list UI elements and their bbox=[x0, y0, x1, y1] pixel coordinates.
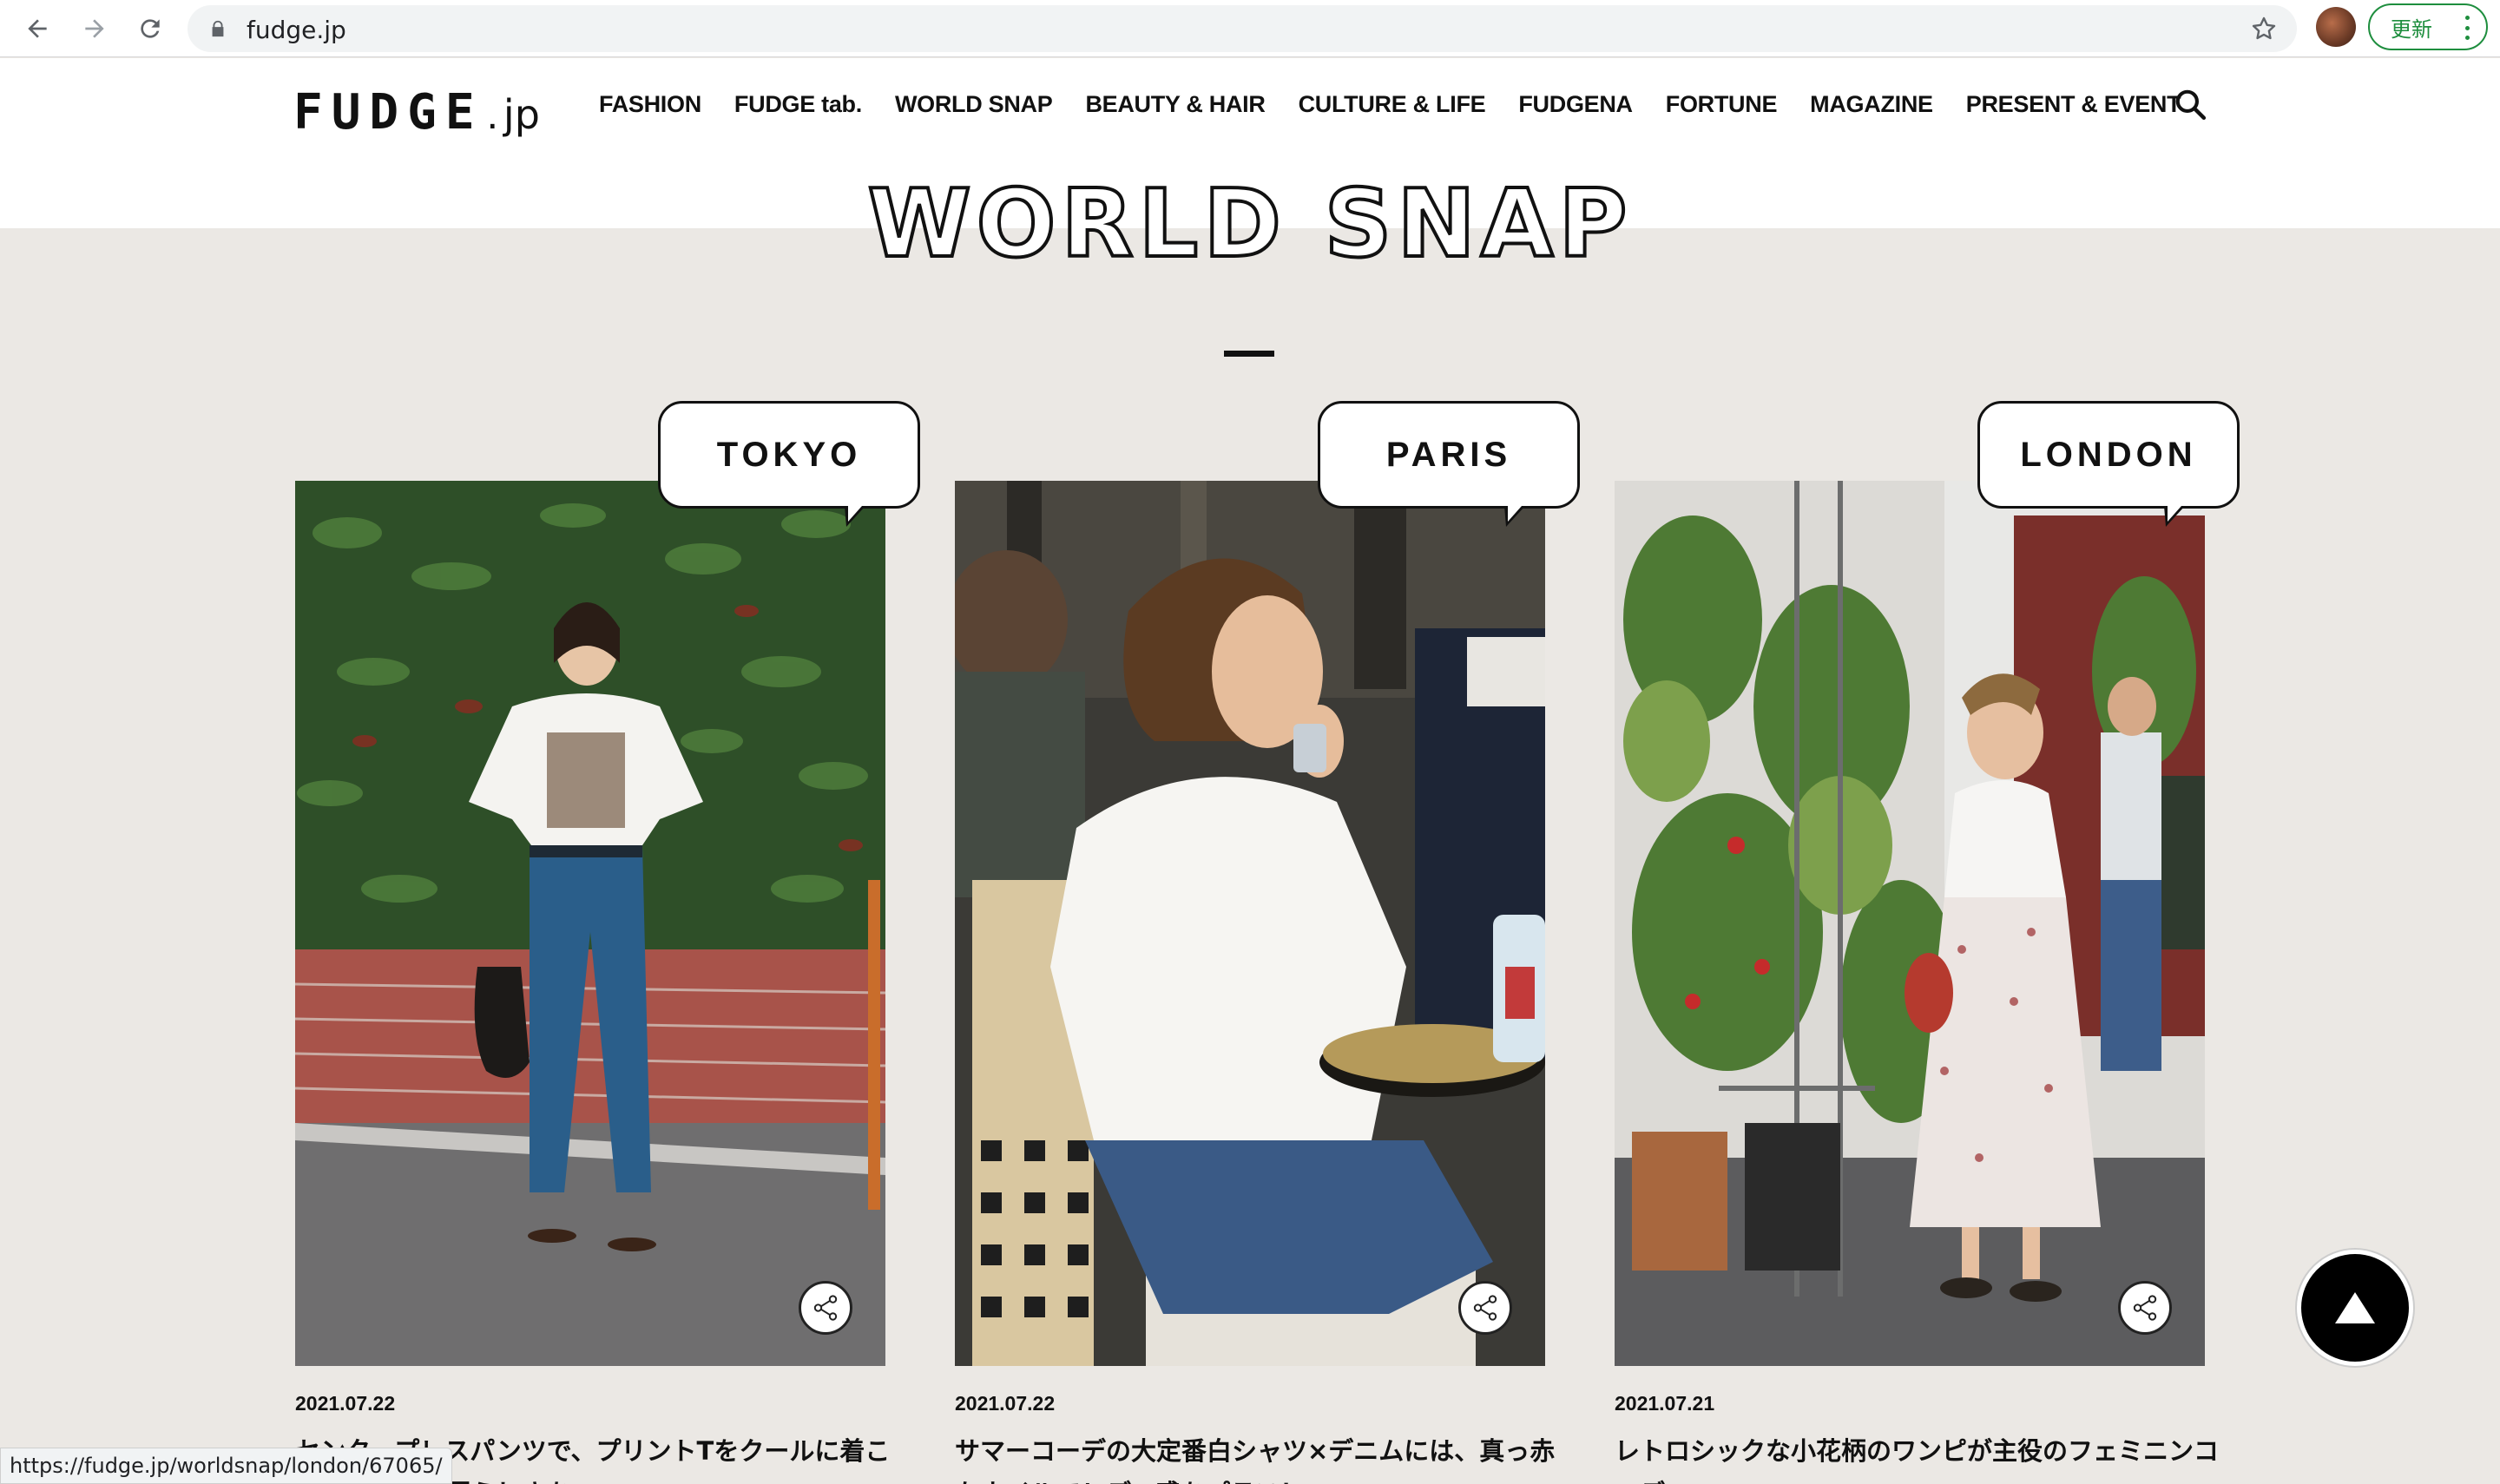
city-label-paris: PARIS bbox=[1385, 435, 1512, 474]
card-headline-london[interactable]: レトロシックな小花柄のワンピが主役のフェミニンコーデ bbox=[1615, 1430, 2222, 1484]
section-title: WORLD SNAP bbox=[865, 168, 1633, 280]
card-date-paris: 2021.07.22 bbox=[955, 1392, 1056, 1415]
menu-dots-icon bbox=[2465, 16, 2470, 40]
share-button-tokyo[interactable] bbox=[799, 1281, 852, 1335]
card-date-london: 2021.07.21 bbox=[1615, 1392, 1715, 1415]
snap-photo-tokyo[interactable] bbox=[295, 481, 885, 1366]
card-date-tokyo: 2021.07.22 bbox=[295, 1392, 396, 1415]
logo-jp: jp bbox=[503, 91, 540, 138]
nav-magazine[interactable]: MAGAZINE bbox=[1810, 91, 1933, 118]
lock-icon bbox=[212, 20, 224, 37]
nav-world-snap[interactable]: WORLD SNAP bbox=[895, 91, 1053, 118]
share-icon bbox=[813, 1295, 838, 1321]
main-nav: FASHION FUDGE tab. WORLD SNAP BEAUTY & H… bbox=[599, 91, 2214, 118]
snap-photo-paris[interactable] bbox=[955, 481, 1545, 1366]
share-icon bbox=[1473, 1295, 1497, 1321]
logo-dot: . bbox=[486, 92, 498, 138]
browser-toolbar: fudge.jp 更新 bbox=[0, 0, 2500, 57]
reload-icon bbox=[141, 19, 160, 38]
city-label-london: LONDON bbox=[2020, 435, 2197, 474]
back-button[interactable] bbox=[16, 7, 59, 50]
reload-button[interactable] bbox=[128, 7, 172, 50]
share-button-london[interactable] bbox=[2118, 1281, 2172, 1335]
forward-button[interactable] bbox=[73, 7, 116, 50]
title-divider bbox=[1224, 351, 1274, 357]
share-icon bbox=[2133, 1295, 2157, 1321]
site-logo[interactable]: FUDGE . jp bbox=[293, 84, 540, 141]
card-headline-paris[interactable]: サマーコーデの大定番白シャツ×デニムには、真っ赤なネイルでレディ感をプラス！ bbox=[955, 1430, 1562, 1484]
status-bar-url: https://fudge.jp/worldsnap/london/67065/ bbox=[0, 1448, 452, 1484]
nav-fudge-tab[interactable]: FUDGE tab. bbox=[734, 91, 862, 118]
scroll-top-icon bbox=[2335, 1292, 2375, 1323]
update-label: 更新 bbox=[2391, 16, 2432, 42]
nav-culture-life[interactable]: CULTURE & LIFE bbox=[1299, 91, 1486, 118]
city-label-tokyo: TOKYO bbox=[716, 435, 862, 474]
nav-present-event[interactable]: PRESENT & EVENT bbox=[1966, 91, 2181, 118]
nav-fortune[interactable]: FORTUNE bbox=[1666, 91, 1778, 118]
city-bubble-london[interactable]: LONDON bbox=[1977, 401, 2240, 527]
bookmark-star-icon[interactable] bbox=[2250, 15, 2278, 43]
city-bubble-paris[interactable]: PARIS bbox=[1318, 401, 1580, 527]
forward-arrow-icon bbox=[85, 19, 104, 38]
address-bar[interactable]: fudge.jp bbox=[188, 5, 2297, 52]
search-icon[interactable] bbox=[2174, 88, 2207, 121]
city-bubble-tokyo[interactable]: TOKYO bbox=[658, 401, 920, 527]
nav-fudgena[interactable]: FUDGENA bbox=[1518, 91, 1633, 118]
url-text[interactable]: fudge.jp bbox=[247, 16, 346, 44]
snap-photo-london[interactable] bbox=[1615, 481, 2205, 1366]
share-button-paris[interactable] bbox=[1458, 1281, 1512, 1335]
profile-avatar[interactable] bbox=[2316, 7, 2356, 47]
nav-beauty-hair[interactable]: BEAUTY & HAIR bbox=[1085, 91, 1265, 118]
scroll-top-button[interactable] bbox=[2297, 1250, 2413, 1366]
back-arrow-icon bbox=[28, 19, 47, 38]
logo-main: FUDGE bbox=[293, 84, 484, 141]
nav-fashion[interactable]: FASHION bbox=[599, 91, 701, 118]
update-button[interactable]: 更新 bbox=[2368, 3, 2488, 50]
